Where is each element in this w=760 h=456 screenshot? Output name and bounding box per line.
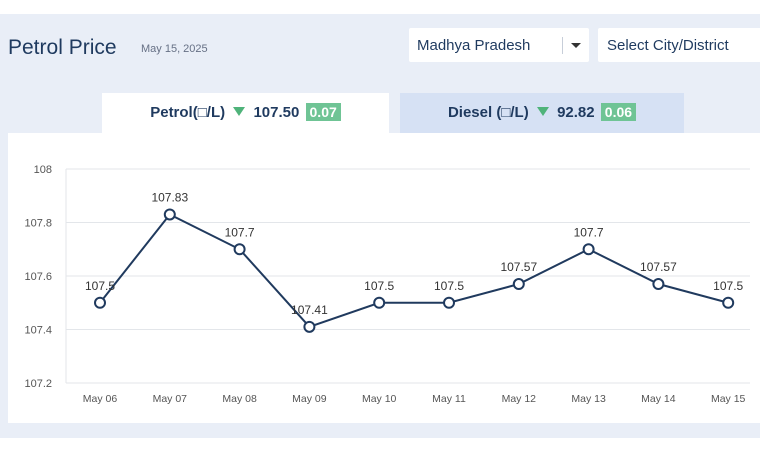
data-label: 107.41: [291, 303, 328, 317]
x-tick-label: May 06: [83, 393, 118, 405]
data-point: [373, 296, 386, 309]
tab-petrol-label: Petrol(□/L): [150, 104, 226, 121]
tab-diesel[interactable]: Diesel (□/L) 92.82 0.06: [400, 93, 684, 133]
down-arrow-icon: [233, 107, 246, 116]
data-point: [233, 243, 246, 256]
select-divider: [562, 37, 563, 54]
y-tick-label: 108: [34, 164, 52, 176]
state-select-value: Madhya Pradesh: [417, 37, 531, 54]
data-label: 107.57: [500, 260, 537, 274]
data-point: [94, 296, 106, 309]
data-label: 107.5: [434, 279, 464, 293]
price-date: May 15, 2025: [141, 43, 208, 55]
data-label: 107.83: [151, 190, 188, 204]
y-tick-label: 107.4: [24, 325, 52, 337]
x-tick-label: May 12: [502, 393, 537, 405]
x-tick-label: May 15: [711, 393, 746, 405]
series-line: [99, 213, 729, 328]
x-tick-label: May 08: [222, 393, 257, 405]
city-select-value: Select City/District: [607, 37, 729, 54]
x-tick-label: May 10: [362, 393, 397, 405]
data-label: 107.7: [225, 225, 255, 239]
diesel-change-badge: 0.06: [600, 103, 637, 121]
data-point: [163, 208, 176, 221]
data-point: [582, 243, 595, 256]
data-point: [512, 278, 525, 291]
down-arrow-icon: [536, 107, 549, 116]
x-tick-label: May 14: [641, 393, 676, 405]
data-label: 107.5: [364, 279, 394, 293]
y-tick-label: 107.2: [24, 378, 52, 390]
tab-diesel-price: 92.82: [557, 104, 595, 121]
data-point: [443, 296, 455, 309]
tab-petrol-price: 107.50: [253, 104, 300, 121]
tab-diesel-label: Diesel (□/L): [447, 104, 529, 121]
city-select[interactable]: Select City/District: [598, 28, 760, 62]
data-point: [303, 320, 316, 333]
petrol-change-badge: 0.07: [305, 103, 341, 121]
x-tick-label: May 09: [292, 393, 327, 405]
price-line-chart: 108 107.8 107.6 107.4 107.2 107.5 May 06 107.83…: [24, 164, 750, 405]
state-select[interactable]: Madhya Pradesh: [409, 28, 589, 62]
data-label: 107.5: [85, 279, 115, 293]
data-point: [722, 296, 735, 309]
y-tick-label: 107.6: [24, 271, 52, 283]
chevron-down-icon[interactable]: [571, 43, 581, 48]
chart-container: 108 107.8 107.6 107.4 107.2 107.5 May 06 107.83…: [8, 133, 760, 423]
x-tick-label: May 13: [571, 393, 606, 405]
page-title: Petrol Price: [8, 36, 117, 59]
tab-petrol[interactable]: Petrol(□/L) 107.50 0.07: [102, 93, 389, 133]
data-label: 107.7: [574, 225, 604, 239]
data-label: 107.57: [640, 260, 677, 274]
x-tick-label: May 11: [432, 393, 466, 405]
x-tick-label: May 07: [153, 393, 188, 405]
data-label: 107.5: [713, 279, 743, 293]
y-tick-label: 107.8: [24, 218, 52, 230]
data-point: [652, 278, 665, 291]
